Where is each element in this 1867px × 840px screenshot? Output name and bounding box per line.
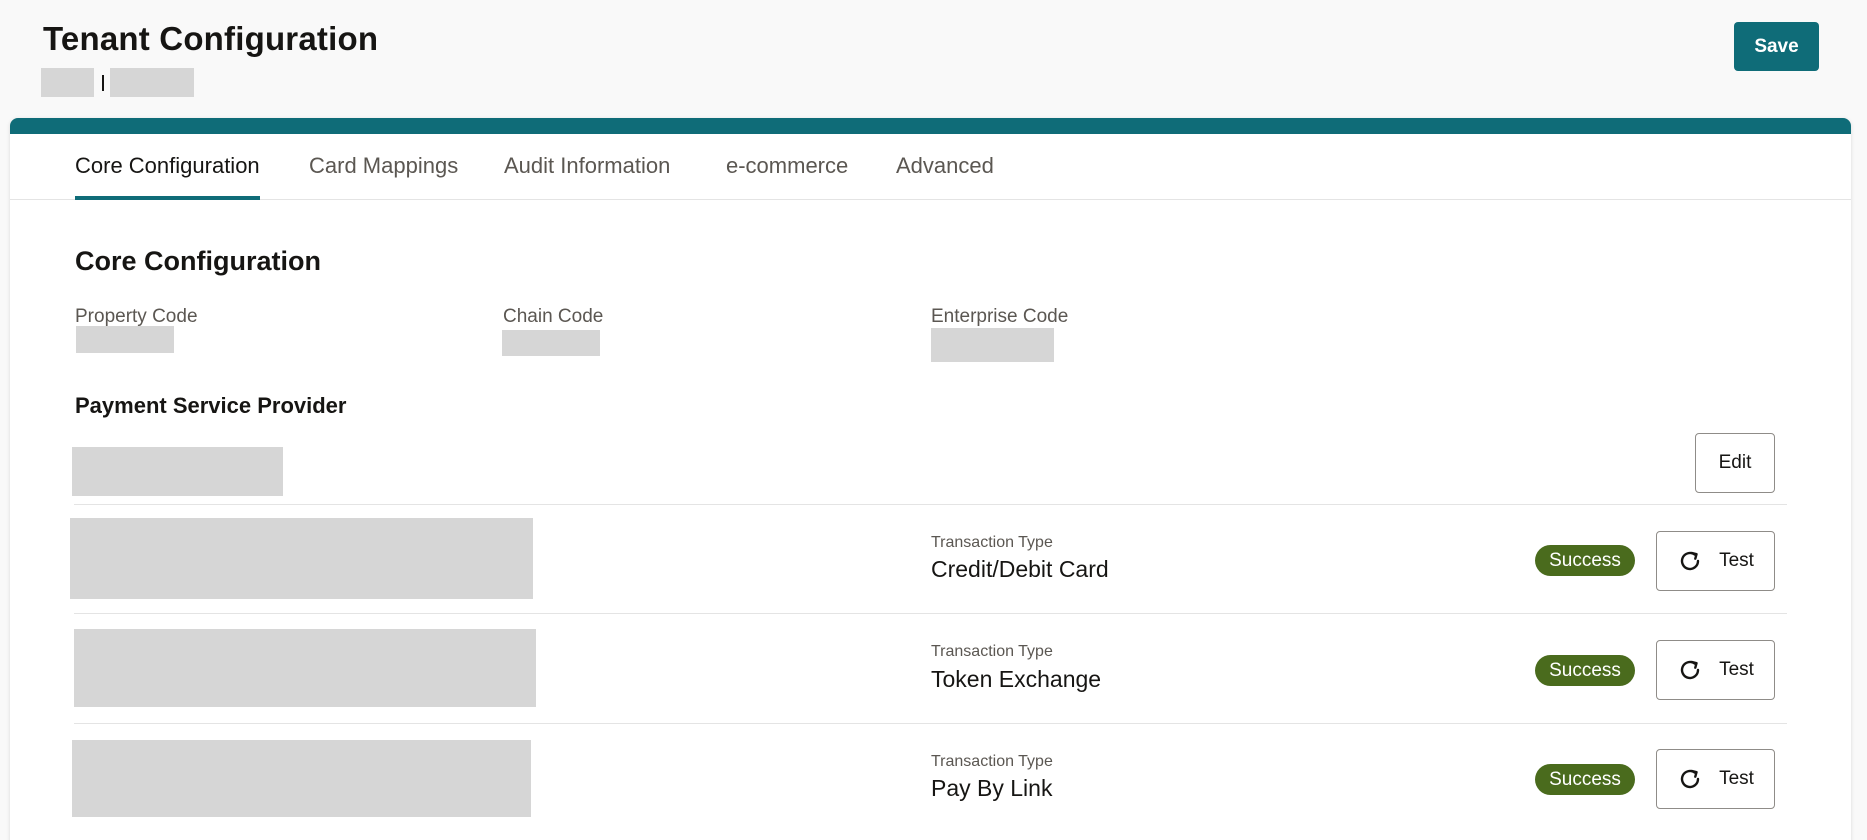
row-redacted-name <box>72 740 531 817</box>
transaction-type-value: Pay By Link <box>931 775 1053 801</box>
refresh-icon <box>1680 551 1700 571</box>
enterprise-code-label: Enterprise Code <box>931 306 1069 327</box>
tab-bar: Core Configuration Card Mappings Audit I… <box>10 134 1851 200</box>
row-divider <box>74 613 1787 614</box>
row-redacted-name <box>74 629 536 707</box>
test-button-label: Test <box>1719 550 1754 571</box>
subtitle-separator <box>102 74 104 91</box>
property-code-value <box>76 326 174 353</box>
test-button-label: Test <box>1719 659 1754 680</box>
page-title: Tenant Configuration <box>43 20 379 57</box>
row-redacted-name <box>70 518 533 599</box>
status-badge: Success <box>1535 655 1635 686</box>
row-divider <box>74 723 1787 724</box>
page-subtitle <box>41 68 194 97</box>
redacted-block <box>110 68 194 97</box>
test-button[interactable]: Test <box>1656 749 1775 809</box>
transaction-type-label: Transaction Type <box>931 753 1053 770</box>
transaction-type-value: Credit/Debit Card <box>931 556 1109 582</box>
section-title: Core Configuration <box>75 246 321 276</box>
transaction-type-value: Token Exchange <box>931 666 1102 692</box>
chain-code-label: Chain Code <box>503 306 604 327</box>
test-button-label: Test <box>1719 768 1754 789</box>
tab-e-commerce[interactable]: e-commerce <box>726 153 848 200</box>
refresh-icon <box>1680 660 1700 680</box>
status-badge: Success <box>1535 545 1635 576</box>
redacted-block <box>41 68 94 97</box>
chain-code-value <box>502 330 600 356</box>
transaction-type-label: Transaction Type <box>931 534 1053 551</box>
enterprise-code-value <box>931 328 1054 362</box>
save-button[interactable]: Save <box>1734 22 1819 71</box>
test-button[interactable]: Test <box>1656 531 1775 591</box>
payment-service-provider-title: Payment Service Provider <box>75 393 347 418</box>
tab-advanced[interactable]: Advanced <box>896 153 994 200</box>
test-button[interactable]: Test <box>1656 640 1775 700</box>
property-code-label: Property Code <box>75 306 198 327</box>
transaction-type-label: Transaction Type <box>931 643 1053 660</box>
psp-name <box>72 447 283 496</box>
edit-button[interactable]: Edit <box>1695 433 1775 493</box>
tab-audit-information[interactable]: Audit Information <box>504 153 670 200</box>
tab-card-mappings[interactable]: Card Mappings <box>309 153 458 200</box>
configuration-panel: Core Configuration Card Mappings Audit I… <box>10 118 1851 840</box>
row-divider <box>74 504 1787 505</box>
refresh-icon <box>1680 769 1700 789</box>
tab-core-configuration[interactable]: Core Configuration <box>75 153 260 200</box>
status-badge: Success <box>1535 764 1635 795</box>
